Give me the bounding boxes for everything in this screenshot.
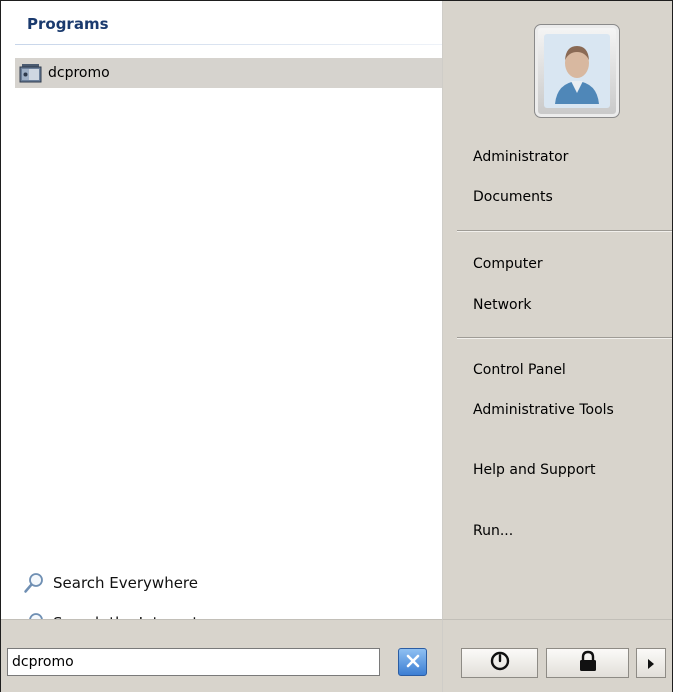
arrow-right-icon (647, 654, 655, 673)
search-bar (1, 619, 443, 692)
search-icon (23, 572, 45, 594)
places-pane: Administrator Documents Computer Network… (443, 1, 672, 619)
lock-button[interactable] (546, 648, 629, 678)
help-and-support-link[interactable]: Help and Support (473, 462, 596, 478)
start-menu: Programs dcpromo Search Everywhere Admin… (0, 0, 673, 692)
power-button[interactable] (461, 648, 538, 678)
administrative-tools-link[interactable]: Administrative Tools (473, 402, 614, 418)
administrator-link[interactable]: Administrator (473, 149, 568, 165)
shutdown-options-button[interactable] (636, 648, 666, 678)
search-input[interactable] (7, 648, 380, 676)
computer-link[interactable]: Computer (473, 256, 543, 272)
program-item-label: dcpromo (48, 65, 110, 81)
search-everywhere-link[interactable]: Search Everywhere (23, 571, 198, 595)
programs-header: Programs (1, 1, 442, 45)
program-item-dcpromo[interactable]: dcpromo (15, 58, 442, 88)
dcpromo-app-icon (19, 63, 42, 83)
programs-divider (15, 44, 442, 45)
power-icon (489, 650, 511, 676)
user-avatar-icon[interactable] (534, 24, 620, 118)
search-everywhere-label: Search Everywhere (53, 574, 198, 592)
programs-title: Programs (27, 15, 109, 33)
power-controls (443, 619, 672, 692)
separator (457, 337, 672, 339)
control-panel-link[interactable]: Control Panel (473, 362, 566, 378)
documents-link[interactable]: Documents (473, 189, 553, 205)
separator (457, 230, 672, 232)
clear-x-icon (406, 653, 420, 672)
clear-search-button[interactable] (398, 648, 427, 676)
programs-pane: Programs dcpromo Search Everywhere (1, 1, 443, 633)
network-link[interactable]: Network (473, 297, 531, 313)
run-link[interactable]: Run... (473, 523, 513, 539)
lock-icon (578, 650, 598, 676)
